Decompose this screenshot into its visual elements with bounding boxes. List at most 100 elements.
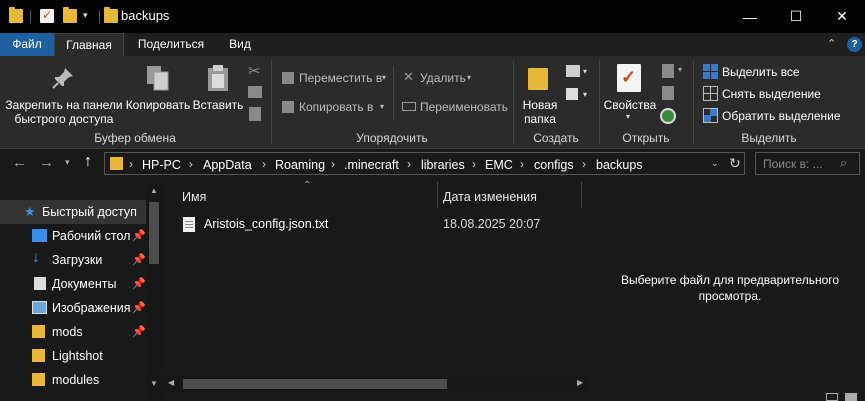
nav-scrollbar[interactable]: ▲ ▼: [146, 182, 162, 401]
refresh-icon[interactable]: ↻: [729, 155, 741, 172]
crumb-roaming[interactable]: Roaming: [275, 158, 325, 172]
close-button[interactable]: ✕: [819, 0, 865, 33]
chevron-down-icon[interactable]: ▾: [678, 65, 682, 74]
chevron-down-icon[interactable]: ▾: [626, 112, 630, 121]
search-icon[interactable]: ⌕: [840, 155, 847, 171]
pin-icon[interactable]: 📌: [132, 229, 146, 242]
column-divider[interactable]: [437, 182, 438, 208]
chevron-down-icon[interactable]: ▾: [583, 90, 587, 99]
preview-message-line2: просмотра.: [698, 289, 762, 303]
chevron-right-icon[interactable]: ›: [129, 157, 133, 171]
chevron-right-icon[interactable]: ›: [189, 157, 193, 171]
chevron-down-icon[interactable]: ▾: [380, 102, 384, 111]
tab-file[interactable]: Файл: [0, 33, 54, 56]
invert-selection-icon: [703, 108, 718, 123]
file-name[interactable]: Aristois_config.json.txt: [204, 217, 328, 231]
pin-icon[interactable]: 📌: [132, 325, 146, 338]
documents-icon: [34, 277, 46, 290]
chevron-right-icon[interactable]: ›: [472, 157, 476, 171]
tab-view[interactable]: Вид: [218, 33, 262, 56]
chevron-right-icon[interactable]: ›: [262, 157, 266, 171]
chevron-right-icon[interactable]: ›: [520, 157, 524, 171]
up-arrow-icon[interactable]: ↑: [84, 153, 92, 171]
edit-icon[interactable]: [662, 86, 674, 100]
new-folder-button[interactable]: Новая папка: [518, 98, 562, 126]
forward-arrow-icon[interactable]: →: [39, 154, 54, 171]
copy-to-button[interactable]: Копировать в: [299, 100, 373, 114]
chevron-right-icon[interactable]: ›: [331, 157, 335, 171]
preview-message-line1: Выберите файл для предварительного: [620, 273, 840, 287]
search-box[interactable]: Поиск в: ... ⌕: [755, 152, 860, 175]
paste-shortcut-icon[interactable]: [249, 107, 261, 121]
horizontal-scroll-thumb[interactable]: [183, 379, 447, 389]
customize-quick-access-icon[interactable]: ▾: [83, 10, 88, 21]
address-bar[interactable]: › HP-PC › AppData › Roaming › .minecraft…: [104, 152, 745, 175]
pin-icon[interactable]: 📌: [132, 253, 146, 266]
collapse-ribbon-icon[interactable]: ⌃: [827, 37, 836, 50]
paste-button[interactable]: Вставить: [192, 98, 244, 112]
scroll-left-icon[interactable]: ◀: [168, 378, 174, 387]
nav-item-pictures[interactable]: Изображения 📌: [0, 296, 146, 320]
maximize-button[interactable]: ☐: [773, 0, 819, 33]
ribbon-tabs: Файл Главная Поделиться Вид ⌃ ?: [0, 33, 865, 56]
delete-button[interactable]: Удалить: [420, 71, 466, 85]
chevron-right-icon[interactable]: ›: [582, 157, 586, 171]
minimize-button[interactable]: —: [727, 0, 773, 33]
rename-button[interactable]: Переименовать: [420, 100, 508, 114]
nav-item-documents[interactable]: Документы 📌: [0, 272, 146, 296]
new-folder-icon[interactable]: [63, 7, 77, 23]
scroll-down-icon[interactable]: ▼: [150, 379, 158, 388]
easy-access-icon[interactable]: [566, 88, 578, 100]
copy-button[interactable]: Копировать: [124, 98, 192, 112]
crumb-configs[interactable]: configs: [534, 158, 574, 172]
pin-to-quick-access-button[interactable]: Закрепить на панели быстрого доступа: [2, 98, 126, 126]
copy-path-icon[interactable]: [248, 86, 262, 98]
pin-icon[interactable]: 📌: [132, 301, 146, 314]
column-header-name[interactable]: Имя: [182, 190, 206, 204]
back-arrow-icon[interactable]: ←: [12, 154, 27, 171]
scroll-right-icon[interactable]: ▶: [577, 378, 583, 387]
address-dropdown-icon[interactable]: ⌄: [711, 158, 719, 169]
open-icon[interactable]: [662, 64, 674, 78]
recent-locations-icon[interactable]: ▾: [65, 157, 70, 168]
crumb-emc[interactable]: EMC: [485, 158, 513, 172]
select-none-button[interactable]: Снять выделение: [722, 87, 821, 101]
cut-icon[interactable]: ✂: [248, 62, 261, 80]
column-header-date[interactable]: Дата изменения: [443, 190, 537, 204]
crumb-backups[interactable]: backups: [596, 158, 643, 172]
nav-item-desktop[interactable]: Рабочий стол 📌: [0, 224, 146, 248]
move-to-button[interactable]: Переместить в: [299, 71, 382, 85]
scroll-up-icon[interactable]: ▲: [150, 186, 158, 195]
chevron-down-icon[interactable]: ▾: [382, 73, 386, 82]
select-all-button[interactable]: Выделить все: [722, 65, 800, 79]
details-view-icon[interactable]: [826, 393, 838, 401]
window-folder-icon: [104, 7, 118, 23]
pin-icon[interactable]: 📌: [132, 277, 146, 290]
horizontal-scrollbar[interactable]: ◀ ▶: [163, 375, 590, 392]
new-item-icon[interactable]: [566, 65, 580, 77]
tab-home[interactable]: Главная: [54, 33, 124, 56]
nav-item-lightshot[interactable]: Lightshot: [0, 344, 146, 368]
properties-icon[interactable]: ✓: [40, 8, 54, 23]
crumb-hp-pc[interactable]: HP-PC: [142, 158, 181, 172]
file-row[interactable]: Aristois_config.json.txt 18.08.2025 20:0…: [173, 214, 588, 237]
search-placeholder[interactable]: Поиск в: ...: [763, 157, 823, 171]
crumb-minecraft[interactable]: .minecraft: [344, 158, 399, 172]
large-icons-view-icon[interactable]: [845, 393, 857, 401]
history-icon[interactable]: [660, 108, 676, 124]
nav-item-mods[interactable]: mods 📌: [0, 320, 146, 344]
tab-share[interactable]: Поделиться: [130, 33, 212, 56]
column-divider[interactable]: [581, 182, 582, 208]
properties-button[interactable]: Свойства: [602, 98, 658, 112]
chevron-down-icon[interactable]: ▾: [467, 73, 471, 82]
nav-item-modules[interactable]: modules: [0, 368, 146, 392]
chevron-right-icon[interactable]: ›: [407, 157, 411, 171]
invert-selection-button[interactable]: Обратить выделение: [722, 109, 841, 123]
crumb-libraries[interactable]: libraries: [421, 158, 465, 172]
nav-item-downloads[interactable]: ↓ Загрузки 📌: [0, 248, 146, 272]
nav-scroll-thumb[interactable]: [149, 202, 159, 264]
crumb-appdata[interactable]: AppData: [203, 158, 252, 172]
chevron-down-icon[interactable]: ▾: [583, 67, 587, 76]
help-icon[interactable]: ?: [847, 37, 862, 52]
nav-quick-access[interactable]: ★ Быстрый доступ: [0, 200, 146, 224]
